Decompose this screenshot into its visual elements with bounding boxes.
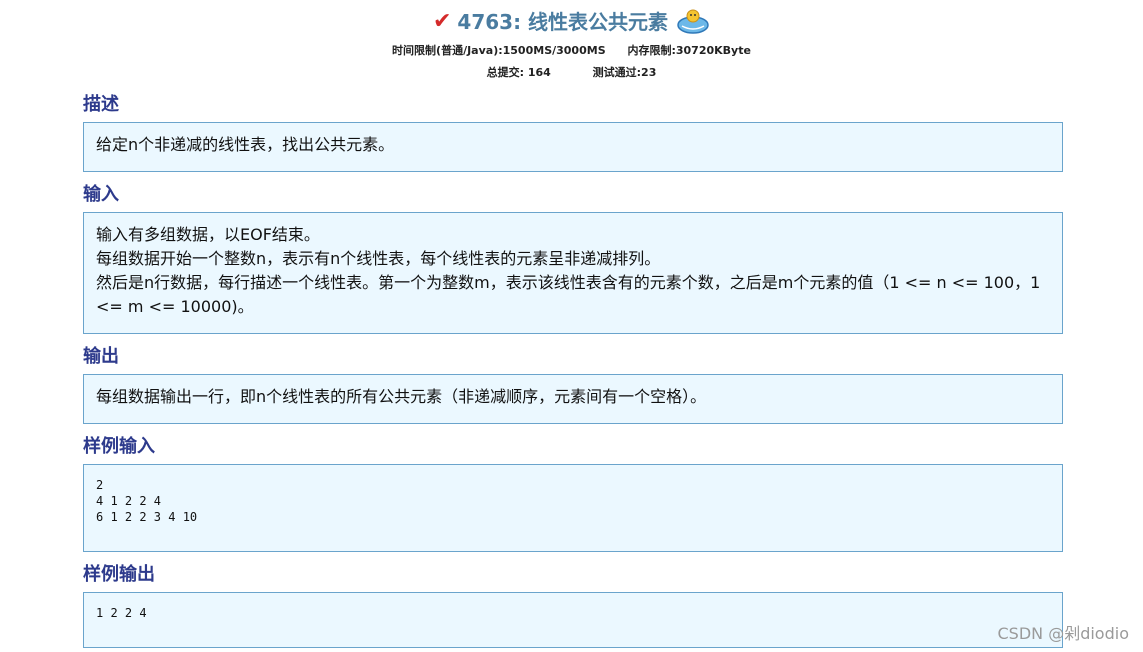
total-submit: 总提交: 164 bbox=[486, 66, 551, 79]
problem-title: 4763: 线性表公共元素 bbox=[457, 10, 669, 34]
input-heading: 输入 bbox=[83, 184, 119, 205]
title-row: ✔ 4763: 线性表公共元素 bbox=[0, 6, 1143, 35]
qzone-share-icon[interactable] bbox=[676, 8, 710, 34]
sample-output-box: 1 2 2 4 bbox=[83, 592, 1063, 648]
passed-count: 测试通过:23 bbox=[592, 66, 657, 79]
limits-row: 时间限制(普通/Java):1500MS/3000MS 内存限制:30720KB… bbox=[0, 42, 1143, 58]
sample-input-box: 2 4 1 2 2 4 6 1 2 2 3 4 10 bbox=[83, 464, 1063, 552]
output-text: 每组数据输出一行，即n个线性表的所有公共元素（非递减顺序，元素间有一个空格）。 bbox=[96, 387, 707, 406]
stats-row: 总提交: 164 测试通过:23 bbox=[0, 64, 1143, 80]
input-line: 然后是n行数据，每行描述一个线性表。第一个为整数m，表示该线性表含有的元素个数，… bbox=[96, 273, 1041, 316]
description-box: 给定n个非递减的线性表，找出公共元素。 bbox=[83, 122, 1063, 172]
input-line: 输入有多组数据，以EOF结束。 bbox=[96, 225, 320, 244]
csdn-watermark: CSDN @剁diodio bbox=[997, 624, 1130, 643]
output-heading: 输出 bbox=[83, 346, 119, 367]
memory-limit: 内存限制:30720KByte bbox=[627, 44, 751, 57]
input-line: 每组数据开始一个整数n，表示有n个线性表，每个线性表的元素呈非递减排列。 bbox=[96, 249, 661, 268]
input-box: 输入有多组数据，以EOF结束。 每组数据开始一个整数n，表示有n个线性表，每个线… bbox=[83, 212, 1063, 334]
time-limit: 时间限制(普通/Java):1500MS/3000MS bbox=[392, 44, 606, 57]
description-heading: 描述 bbox=[83, 94, 119, 115]
sample-output-heading: 样例输出 bbox=[83, 564, 155, 585]
check-icon: ✔ bbox=[432, 7, 452, 33]
sample-input-heading: 样例输入 bbox=[83, 436, 155, 457]
output-box: 每组数据输出一行，即n个线性表的所有公共元素（非递减顺序，元素间有一个空格）。 bbox=[83, 374, 1063, 424]
problem-page: ✔ 4763: 线性表公共元素 时间限制(普通/Java):1500MS/300… bbox=[0, 0, 1143, 652]
description-text: 给定n个非递减的线性表，找出公共元素。 bbox=[96, 135, 395, 154]
